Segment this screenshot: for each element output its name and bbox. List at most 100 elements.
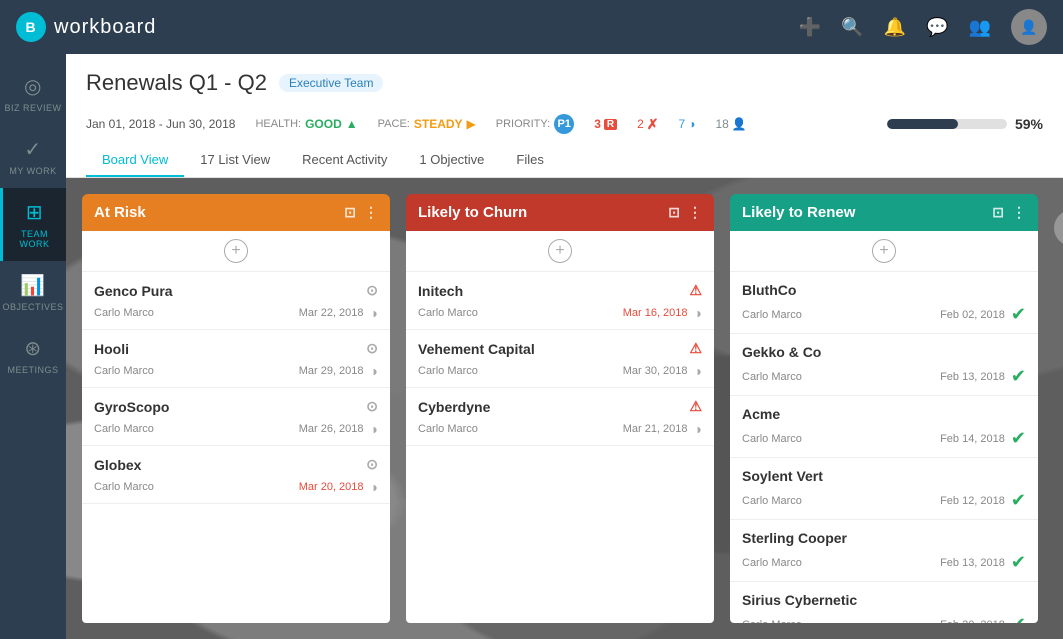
card-meta: Carlo Marco Mar 16, 2018 ◑: [418, 305, 702, 321]
card-title: Globex ⊙: [94, 456, 378, 473]
card-title: Genco Pura ⊙: [94, 282, 378, 299]
page-header: Renewals Q1 - Q2 Executive Team Jan 01, …: [66, 54, 1063, 178]
my-work-icon: ✓: [24, 137, 41, 162]
sidebar-item-my-work[interactable]: ✓ MY WORK: [0, 125, 66, 188]
tab-recent-activity[interactable]: Recent Activity: [286, 144, 403, 177]
team-icon[interactable]: 👥: [969, 17, 991, 38]
card-sterling[interactable]: Sterling Cooper Carlo Marco Feb 13, 2018…: [730, 520, 1038, 582]
card-meta: Carlo Marco Mar 20, 2018 ◑: [94, 479, 378, 495]
sidebar-item-team-work[interactable]: ⊞ TEAM WORK: [0, 188, 66, 261]
objectives-label: OBJECTIVES: [3, 302, 64, 312]
sidebar-item-biz-review[interactable]: ◎ BIZ REVIEW: [0, 62, 66, 125]
card-title: Gekko & Co: [742, 344, 1026, 360]
status-bar: Jan 01, 2018 - Jun 30, 2018 HEALTH: GOOD…: [86, 106, 1043, 144]
column-title-renew: Likely to Renew: [742, 204, 855, 221]
progress-pct: 59%: [1015, 116, 1043, 132]
card-meta: Carlo Marco Mar 29, 2018 ◑: [94, 363, 378, 379]
sidebar-item-objectives[interactable]: 📊 OBJECTIVES: [0, 261, 66, 324]
card-sirius[interactable]: Sirius Cybernetic Carlo Marco Feb 20, 20…: [730, 582, 1038, 623]
board-columns: At Risk ⊡ ⋮ + Genco Pura: [66, 178, 1063, 639]
card-title: Sterling Cooper: [742, 530, 1026, 546]
priority-badge: P1: [554, 114, 574, 134]
card-info-icon: ⊙: [366, 340, 378, 357]
health-status: HEALTH: GOOD ▲: [255, 117, 357, 131]
exec-team-badge[interactable]: Executive Team: [279, 74, 384, 92]
person-icon: 👤: [732, 117, 747, 131]
card-gyroscopo[interactable]: GyroScopo ⊙ Carlo Marco Mar 26, 2018 ◑: [82, 388, 390, 446]
add-card-button[interactable]: +: [548, 239, 572, 263]
app-logo[interactable]: B workboard: [16, 12, 156, 42]
card-meta: Carlo Marco Feb 02, 2018 ✔: [742, 304, 1026, 325]
add-column-button[interactable]: +: [1054, 210, 1063, 246]
card-status-icon: ◑: [694, 305, 702, 321]
avatar[interactable]: 👤: [1011, 9, 1047, 45]
column-body-renew: + BluthCo Carlo Marco Feb 02, 2018 ✔: [730, 231, 1038, 623]
tabs: Board View 17 List View Recent Activity …: [86, 144, 1043, 177]
x-metric: 2 ✗: [637, 116, 658, 133]
chat-icon[interactable]: 💬: [926, 17, 948, 38]
page-title: Renewals Q1 - Q2: [86, 70, 267, 96]
x-icon: ✗: [647, 116, 659, 133]
card-bluthco[interactable]: BluthCo Carlo Marco Feb 02, 2018 ✔: [730, 272, 1038, 334]
column-menu-icon[interactable]: ⋮: [1012, 204, 1026, 221]
card-globex[interactable]: Globex ⊙ Carlo Marco Mar 20, 2018 ◑: [82, 446, 390, 504]
card-warn-icon: ⚠: [689, 282, 702, 299]
tab-board-view[interactable]: Board View: [86, 144, 184, 177]
card-vehement[interactable]: Vehement Capital ⚠ Carlo Marco Mar 30, 2…: [406, 330, 714, 388]
nav-icons: ➕ 🔍 🔔 💬 👥 👤: [799, 9, 1047, 45]
health-icon: ▲: [346, 117, 358, 131]
column-body-at-risk: + Genco Pura ⊙ Carlo Marco Mar 22, 2018: [82, 231, 390, 623]
card-initech[interactable]: Initech ⚠ Carlo Marco Mar 16, 2018 ◑: [406, 272, 714, 330]
card-cyberdyne[interactable]: Cyberdyne ⚠ Carlo Marco Mar 21, 2018 ◑: [406, 388, 714, 446]
card-genco-pura[interactable]: Genco Pura ⊙ Carlo Marco Mar 22, 2018 ◑: [82, 272, 390, 330]
card-title: Initech ⚠: [418, 282, 702, 299]
card-status-icon: ◑: [370, 421, 378, 437]
b-icon: ◑: [688, 117, 695, 131]
app-name: workboard: [54, 16, 156, 39]
r-metric: 3 R: [594, 117, 617, 131]
card-info-icon: ⊙: [366, 282, 378, 299]
column-settings-icon[interactable]: ⊡: [668, 204, 680, 221]
card-hooli[interactable]: Hooli ⊙ Carlo Marco Mar 29, 2018 ◑: [82, 330, 390, 388]
card-title: Cyberdyne ⚠: [418, 398, 702, 415]
card-title: Vehement Capital ⚠: [418, 340, 702, 357]
add-icon[interactable]: ➕: [799, 17, 821, 38]
card-check-icon: ✔: [1011, 614, 1026, 623]
date-range: Jan 01, 2018 - Jun 30, 2018: [86, 117, 235, 131]
column-menu-icon[interactable]: ⋮: [688, 204, 702, 221]
tab-files[interactable]: Files: [500, 144, 559, 177]
add-card-button[interactable]: +: [224, 239, 248, 263]
progress-container: 59%: [887, 116, 1043, 132]
column-header-icons: ⊡ ⋮: [992, 204, 1026, 221]
column-settings-icon[interactable]: ⊡: [344, 204, 356, 221]
pace-status: PACE: STEADY ▶: [378, 117, 476, 131]
search-icon[interactable]: 🔍: [841, 17, 863, 38]
team-work-label: TEAM WORK: [7, 229, 62, 249]
tab-list-view[interactable]: 17 List View: [184, 144, 286, 177]
add-card-button[interactable]: +: [872, 239, 896, 263]
column-at-risk: At Risk ⊡ ⋮ + Genco Pura: [82, 194, 390, 623]
tab-objective[interactable]: 1 Objective: [403, 144, 500, 177]
column-settings-icon[interactable]: ⊡: [992, 204, 1004, 221]
card-check-icon: ✔: [1011, 304, 1026, 325]
add-card-row: +: [406, 231, 714, 272]
column-header-icons: ⊡ ⋮: [668, 204, 702, 221]
add-card-row: +: [82, 231, 390, 272]
card-check-icon: ✔: [1011, 552, 1026, 573]
card-meta: Carlo Marco Mar 30, 2018 ◑: [418, 363, 702, 379]
card-title: Hooli ⊙: [94, 340, 378, 357]
card-title: BluthCo: [742, 282, 1026, 298]
notifications-icon[interactable]: 🔔: [884, 17, 906, 38]
column-menu-icon[interactable]: ⋮: [364, 204, 378, 221]
content-area: Renewals Q1 - Q2 Executive Team Jan 01, …: [66, 54, 1063, 639]
card-status-icon: ◑: [370, 305, 378, 321]
card-check-icon: ✔: [1011, 490, 1026, 511]
sidebar-item-meetings[interactable]: ⊛ MEETINGS: [0, 324, 66, 387]
card-acme[interactable]: Acme Carlo Marco Feb 14, 2018 ✔: [730, 396, 1038, 458]
card-check-icon: ✔: [1011, 366, 1026, 387]
meetings-icon: ⊛: [24, 336, 41, 361]
card-info-icon: ⊙: [366, 398, 378, 415]
column-body-churn: + Initech ⚠ Carlo Marco Mar 16, 2018: [406, 231, 714, 623]
card-soylent[interactable]: Soylent Vert Carlo Marco Feb 12, 2018 ✔: [730, 458, 1038, 520]
card-gekko[interactable]: Gekko & Co Carlo Marco Feb 13, 2018 ✔: [730, 334, 1038, 396]
